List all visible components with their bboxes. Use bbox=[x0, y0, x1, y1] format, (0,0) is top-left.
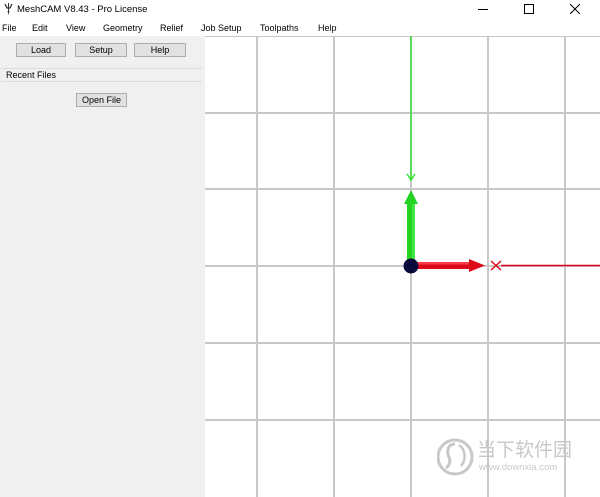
title-bar: MeshCAM V8.43 - Pro License bbox=[0, 0, 600, 20]
menu-toolpaths[interactable]: Toolpaths bbox=[260, 23, 299, 33]
y-axis bbox=[404, 36, 418, 266]
left-panel: Load Setup Help Recent Files Open File bbox=[0, 36, 205, 497]
watermark-title: 当下软件园 bbox=[477, 439, 573, 461]
window-title: MeshCAM V8.43 - Pro License bbox=[17, 4, 148, 15]
menu-relief[interactable]: Relief bbox=[160, 23, 183, 33]
menu-view[interactable]: View bbox=[66, 23, 85, 33]
help-button[interactable]: Help bbox=[134, 43, 186, 57]
origin-marker bbox=[403, 258, 419, 274]
maximize-button[interactable] bbox=[506, 0, 552, 20]
menu-file[interactable]: File bbox=[2, 23, 17, 33]
watermark: 当下软件园 www.downxia.com bbox=[437, 435, 587, 479]
recent-files-header: Recent Files bbox=[1, 68, 202, 82]
close-icon bbox=[569, 3, 581, 16]
menu-help[interactable]: Help bbox=[318, 23, 337, 33]
menu-bar: File Edit View Geometry Relief Job Setup… bbox=[0, 20, 600, 36]
recent-files-label: Recent Files bbox=[6, 70, 57, 80]
minimize-button[interactable] bbox=[460, 0, 506, 20]
x-axis bbox=[411, 259, 600, 272]
model-viewport[interactable] bbox=[205, 36, 600, 497]
maximize-icon bbox=[524, 4, 534, 16]
menu-geometry[interactable]: Geometry bbox=[103, 23, 143, 33]
grid bbox=[205, 36, 600, 497]
menu-edit[interactable]: Edit bbox=[32, 23, 48, 33]
menu-job-setup[interactable]: Job Setup bbox=[201, 23, 242, 33]
watermark-url: www.downxia.com bbox=[479, 462, 558, 473]
open-file-button[interactable]: Open File bbox=[76, 93, 127, 107]
setup-button[interactable]: Setup bbox=[75, 43, 127, 57]
minimize-icon bbox=[478, 4, 488, 16]
viewport-canvas[interactable] bbox=[205, 36, 600, 497]
app-icon bbox=[4, 3, 13, 16]
close-button[interactable] bbox=[552, 0, 598, 20]
load-button[interactable]: Load bbox=[16, 43, 66, 57]
